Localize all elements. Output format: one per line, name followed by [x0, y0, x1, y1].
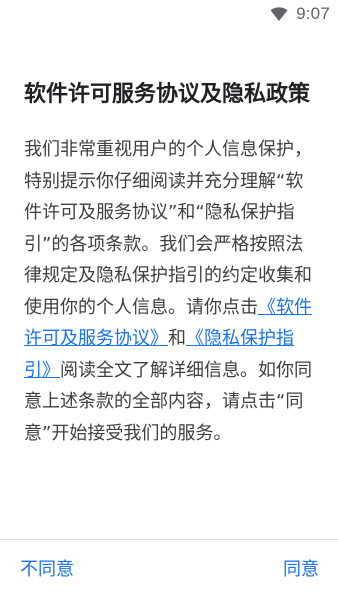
agree-button[interactable]: 同意: [279, 540, 323, 600]
status-time: 9:07: [296, 4, 330, 23]
disagree-button[interactable]: 不同意: [16, 540, 78, 600]
wifi-icon: [270, 6, 288, 22]
body-text-and: 和: [168, 328, 186, 349]
app-screen: 9:07 软件许可服务协议及隐私政策 我们非常重视用户的个人信息保护，特别提示你…: [0, 0, 338, 600]
body-text-outro: 阅读全文了解详细信息。如你同意上述条款的全部内容，请点击“同意”开始接受我们的服…: [24, 359, 312, 444]
dialog-body: 我们非常重视用户的个人信息保护，特别提示你仔细阅读并充分理解“软件许可及服务协议…: [24, 134, 314, 449]
dialog-content: 软件许可服务协议及隐私政策 我们非常重视用户的个人信息保护，特别提示你仔细阅读并…: [24, 80, 314, 449]
dialog-title: 软件许可服务协议及隐私政策: [24, 82, 311, 107]
body-text-intro: 我们非常重视用户的个人信息保护，特别提示你仔细阅读并充分理解“软件许可及服务协议…: [24, 139, 312, 318]
status-bar: 9:07: [0, 0, 338, 28]
dialog-actions: 不同意 同意: [0, 540, 338, 600]
